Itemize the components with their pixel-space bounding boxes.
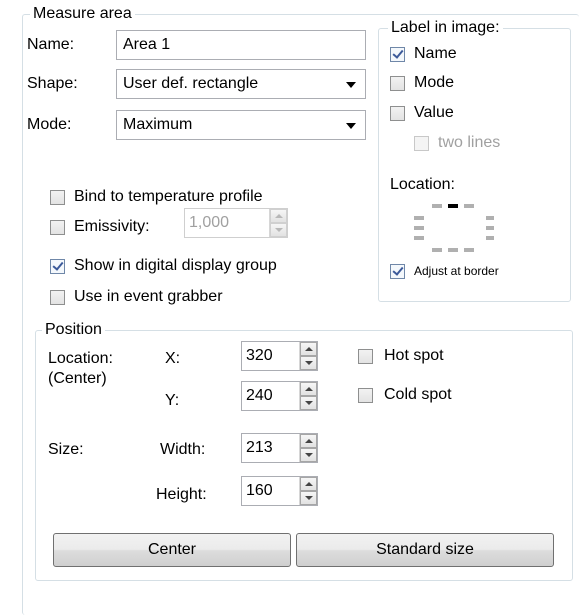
- emissivity-checkbox[interactable]: [50, 220, 65, 235]
- two-lines-text: two lines: [438, 134, 501, 151]
- emissivity-stepper[interactable]: 1,000: [184, 208, 288, 238]
- spin-up-icon[interactable]: [300, 382, 317, 396]
- location-top-left[interactable]: [432, 204, 442, 208]
- emissivity-spin-buttons: [269, 209, 287, 237]
- location-right-top[interactable]: [486, 216, 494, 220]
- shape-label: Shape:: [27, 75, 78, 92]
- name-label: Name:: [27, 36, 75, 53]
- spin-up-icon[interactable]: [300, 434, 317, 448]
- position-center-label: (Center): [48, 370, 107, 387]
- event-grabber-checkbox[interactable]: [50, 290, 65, 305]
- position-legend: Position: [42, 321, 105, 339]
- label-value-checkbox[interactable]: [390, 106, 405, 121]
- spin-up-icon[interactable]: [300, 477, 317, 491]
- label-name-text: Name: [414, 45, 457, 62]
- show-digital-display-text: Show in digital display group: [74, 257, 277, 274]
- label-mode-checkbox[interactable]: [390, 76, 405, 91]
- shape-select-value: User def. rectangle: [123, 75, 259, 92]
- location-bottom-left[interactable]: [432, 248, 442, 252]
- x-label: X:: [165, 350, 181, 367]
- chevron-down-icon: [346, 82, 356, 88]
- center-button[interactable]: Center: [53, 533, 291, 567]
- location-top-center[interactable]: [448, 204, 458, 208]
- location-left-bottom[interactable]: [414, 236, 424, 240]
- y-stepper[interactable]: 240: [241, 381, 318, 411]
- y-label: Y:: [165, 392, 180, 409]
- spin-up-icon[interactable]: [270, 209, 287, 223]
- x-spin-buttons: [299, 342, 317, 370]
- shape-select[interactable]: User def. rectangle: [116, 69, 366, 99]
- height-label: Height:: [156, 486, 207, 503]
- label-in-image-legend: Label in image:: [388, 19, 503, 37]
- width-value: 213: [246, 439, 273, 456]
- measure-area-legend: Measure area: [30, 5, 135, 23]
- location-top-right[interactable]: [464, 204, 474, 208]
- x-stepper[interactable]: 320: [241, 341, 318, 371]
- y-spin-buttons: [299, 382, 317, 410]
- location-left-middle[interactable]: [414, 226, 424, 230]
- standard-size-button[interactable]: Standard size: [296, 533, 554, 567]
- location-bottom-right[interactable]: [464, 248, 474, 252]
- position-location-label: Location:: [48, 350, 113, 367]
- adjust-at-border-text: Adjust at border: [414, 264, 499, 278]
- location-bottom-center[interactable]: [448, 248, 458, 252]
- location-left-top[interactable]: [414, 216, 424, 220]
- cold-spot-checkbox[interactable]: [358, 388, 373, 403]
- location-right-bottom[interactable]: [486, 236, 494, 240]
- size-label: Size:: [48, 441, 84, 458]
- width-stepper[interactable]: 213: [241, 433, 318, 463]
- bind-temperature-profile-checkbox[interactable]: [50, 190, 65, 205]
- cold-spot-text: Cold spot: [384, 386, 452, 403]
- x-value: 320: [246, 347, 273, 364]
- label-mode-text: Mode: [414, 74, 455, 91]
- width-label: Width:: [160, 441, 206, 458]
- label-in-image-group: [378, 28, 571, 302]
- y-value: 240: [246, 387, 273, 404]
- mode-label: Mode:: [27, 116, 72, 133]
- emissivity-value: 1,000: [189, 214, 230, 231]
- height-value: 160: [246, 482, 273, 499]
- hot-spot-checkbox[interactable]: [358, 349, 373, 364]
- height-stepper[interactable]: 160: [241, 476, 318, 506]
- height-spin-buttons: [299, 477, 317, 505]
- location-label: Location:: [390, 176, 455, 193]
- hot-spot-text: Hot spot: [384, 347, 444, 364]
- spin-down-icon[interactable]: [300, 448, 317, 462]
- label-location-picker[interactable]: [414, 204, 494, 254]
- emissivity-text: Emissivity:: [74, 218, 150, 235]
- adjust-at-border-checkbox[interactable]: [390, 264, 405, 279]
- mode-select[interactable]: Maximum: [116, 110, 366, 140]
- chevron-down-icon: [346, 123, 356, 129]
- mode-select-value: Maximum: [123, 116, 193, 133]
- show-digital-display-checkbox[interactable]: [50, 259, 65, 274]
- spin-down-icon[interactable]: [300, 396, 317, 410]
- spin-down-icon[interactable]: [300, 491, 317, 505]
- label-value-text: Value: [414, 104, 454, 121]
- two-lines-checkbox[interactable]: [414, 136, 429, 151]
- spin-down-icon[interactable]: [300, 356, 317, 370]
- name-input[interactable]: Area 1: [116, 30, 366, 60]
- spin-up-icon[interactable]: [300, 342, 317, 356]
- event-grabber-text: Use in event grabber: [74, 288, 223, 305]
- location-right-middle[interactable]: [486, 226, 494, 230]
- width-spin-buttons: [299, 434, 317, 462]
- label-name-checkbox[interactable]: [390, 47, 405, 62]
- spin-down-icon[interactable]: [270, 223, 287, 237]
- bind-temperature-profile-text: Bind to temperature profile: [74, 188, 263, 205]
